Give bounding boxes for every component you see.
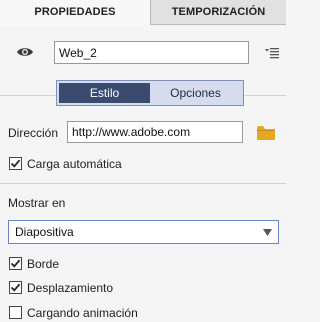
folder-icon[interactable] bbox=[257, 126, 275, 140]
scrolling-checkbox[interactable] bbox=[9, 281, 22, 294]
show-in-select[interactable]: Diapositiva bbox=[8, 220, 279, 244]
auto-load-checkbox[interactable] bbox=[9, 157, 22, 170]
border-label: Borde bbox=[27, 257, 60, 271]
segment-options[interactable]: Opciones bbox=[150, 83, 241, 103]
style-options-toggle: Estilo Opciones bbox=[56, 80, 244, 106]
segment-style[interactable]: Estilo bbox=[59, 83, 150, 103]
checkmark-icon bbox=[10, 283, 21, 292]
show-in-selected-value: Diapositiva bbox=[15, 225, 74, 239]
tab-timing[interactable]: TEMPORIZACIÓN bbox=[150, 0, 286, 25]
loading-animation-label: Cargando animación bbox=[27, 306, 138, 320]
name-field[interactable] bbox=[54, 41, 249, 64]
address-input[interactable] bbox=[67, 121, 243, 143]
checkmark-icon bbox=[10, 159, 21, 168]
tab-properties[interactable]: PROPIEDADES bbox=[0, 0, 150, 25]
auto-load-label: Carga automática bbox=[27, 157, 122, 171]
checkmark-icon bbox=[10, 259, 21, 268]
border-checkbox[interactable] bbox=[9, 257, 22, 270]
list-menu-icon[interactable] bbox=[265, 46, 279, 60]
divider bbox=[0, 183, 286, 184]
loading-animation-checkbox[interactable] bbox=[9, 306, 22, 319]
eye-icon[interactable] bbox=[16, 45, 34, 59]
scrolling-label: Desplazamiento bbox=[27, 281, 114, 295]
show-in-label: Mostrar en bbox=[8, 196, 66, 210]
address-label: Dirección bbox=[8, 126, 59, 140]
chevron-down-icon bbox=[263, 229, 272, 236]
